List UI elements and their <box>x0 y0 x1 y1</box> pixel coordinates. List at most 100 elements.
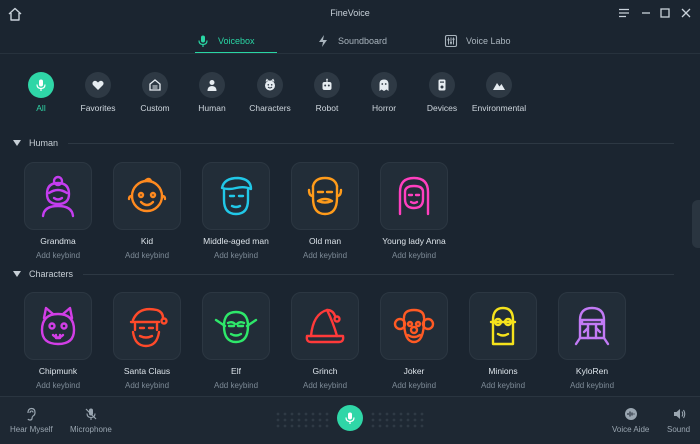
add-keybind-link[interactable]: Add keybind <box>547 381 637 390</box>
voice-name: Elf <box>231 366 241 376</box>
tab-label: Voice Labo <box>466 36 511 46</box>
section-title: Characters <box>29 269 74 279</box>
mic-icon <box>36 79 46 91</box>
section-header-characters[interactable]: Characters <box>13 269 73 279</box>
voice-name: Grinch <box>312 366 338 376</box>
category-custom[interactable]: Custom <box>123 72 187 120</box>
minion-icon <box>489 306 517 346</box>
voice-name: KyloRen <box>575 366 609 376</box>
add-keybind-link[interactable]: Add keybind <box>102 381 192 390</box>
add-keybind-link[interactable]: Add keybind <box>458 381 548 390</box>
speaker-icon <box>673 409 685 419</box>
grandma-icon <box>41 175 75 218</box>
voice-card-kid[interactable]: Kid Add keybind <box>102 162 192 262</box>
title-bar: FineVoice <box>0 0 700 28</box>
close-icon[interactable] <box>679 6 693 20</box>
tab-label: Voicebox <box>218 36 255 46</box>
voice-name: Kid <box>140 236 154 246</box>
equalizer-icon <box>444 34 458 48</box>
add-keybind-link[interactable]: Add keybind <box>102 251 192 260</box>
microphone-button[interactable]: Microphone <box>70 407 112 434</box>
voice-card-middle-aged-man[interactable]: Middle-aged man Add keybind <box>191 162 281 262</box>
maximize-icon[interactable] <box>658 6 672 20</box>
category-favorites[interactable]: Favorites <box>66 72 130 120</box>
section-title: Human <box>29 138 59 148</box>
voice-card-grinch[interactable]: Grinch Add keybind <box>280 292 370 392</box>
tab-soundboard[interactable]: Soundboard <box>316 28 387 54</box>
voice-card-young-lady-anna[interactable]: Young lady Anna Add keybind <box>369 162 459 262</box>
category-label: All <box>36 103 46 113</box>
hear-myself-button[interactable]: Hear Myself <box>10 407 53 434</box>
voice-card-santa-claus[interactable]: Santa Claus Add keybind <box>102 292 192 392</box>
young-lady-icon <box>398 176 430 216</box>
voice-name: Old man <box>308 236 342 246</box>
voice-name: Middle-aged man <box>203 236 269 246</box>
voice-aide-button[interactable]: Voice Aide <box>612 407 649 434</box>
tab-voice-labo[interactable]: Voice Labo <box>444 28 511 54</box>
category-horror[interactable]: Horror <box>352 72 416 120</box>
microphone-muted-icon <box>85 408 97 420</box>
voice-card-elf[interactable]: Elf Add keybind <box>191 292 281 392</box>
hear-myself-label: Hear Myself <box>10 425 53 434</box>
bottom-bar: Hear Myself Microphone Voice Aide Sound <box>0 396 700 444</box>
voice-card-joker[interactable]: Joker Add keybind <box>369 292 459 392</box>
add-keybind-link[interactable]: Add keybind <box>369 381 459 390</box>
voice-card-old-man[interactable]: Old man Add keybind <box>280 162 370 262</box>
mountain-icon <box>493 83 505 90</box>
voice-card-minions[interactable]: Minions Add keybind <box>458 292 548 392</box>
add-keybind-link[interactable]: Add keybind <box>191 251 281 260</box>
tabs-divider <box>0 53 700 54</box>
voice-name: Chipmunk <box>38 366 78 376</box>
section-divider <box>83 274 674 275</box>
category-label: Characters <box>249 103 291 113</box>
voice-card-chipmunk[interactable]: Chipmunk Add keybind <box>13 292 103 392</box>
tab-voicebox[interactable]: Voicebox <box>196 28 255 54</box>
category-label: Horror <box>371 103 397 113</box>
voice-name: Santa Claus <box>123 366 171 376</box>
level-meter-right <box>371 412 424 428</box>
add-keybind-link[interactable]: Add keybind <box>13 381 103 390</box>
santa-icon <box>129 307 168 348</box>
voice-name: Joker <box>403 366 425 376</box>
lightning-icon <box>319 35 327 47</box>
voice-name: Minions <box>488 366 518 376</box>
main-tabs: Voicebox Soundboard Voice Labo <box>0 28 700 54</box>
voice-aide-icon <box>624 408 637 420</box>
sound-button[interactable]: Sound <box>667 407 690 434</box>
middle-aged-man-icon <box>220 176 253 216</box>
add-keybind-link[interactable]: Add keybind <box>369 251 459 260</box>
add-keybind-link[interactable]: Add keybind <box>13 251 103 260</box>
category-label: Devices <box>426 103 458 113</box>
ear-icon <box>27 407 36 421</box>
kid-icon <box>127 177 167 213</box>
category-label: Custom <box>140 103 170 113</box>
smiley-icon <box>265 78 275 91</box>
voice-card-grandma[interactable]: Grandma Add keybind <box>13 162 103 262</box>
side-panel-handle[interactable] <box>692 200 700 248</box>
category-label: Human <box>198 103 226 113</box>
elf-icon <box>214 310 258 344</box>
voice-name: Young lady Anna <box>382 236 446 246</box>
category-robot[interactable]: Robot <box>295 72 359 120</box>
kyloren-helmet-icon <box>574 306 610 346</box>
add-keybind-link[interactable]: Add keybind <box>280 251 370 260</box>
add-keybind-link[interactable]: Add keybind <box>191 381 281 390</box>
minimize-icon[interactable] <box>639 6 653 20</box>
category-characters[interactable]: Characters <box>238 72 302 120</box>
category-environmental[interactable]: Environmental <box>467 72 531 120</box>
category-human[interactable]: Human <box>180 72 244 120</box>
grinch-hat-icon <box>305 308 345 344</box>
category-devices[interactable]: Devices <box>410 72 474 120</box>
category-label: Environmental <box>471 103 527 113</box>
heart-icon <box>92 80 104 90</box>
collapse-triangle-icon <box>13 271 21 277</box>
voice-name: Grandma <box>40 236 76 246</box>
joker-icon <box>393 308 435 344</box>
section-header-human[interactable]: Human <box>13 138 58 148</box>
voice-card-kyloren[interactable]: KyloRen Add keybind <box>547 292 637 392</box>
voice-changer-toggle-button[interactable] <box>337 405 363 431</box>
add-keybind-link[interactable]: Add keybind <box>280 381 370 390</box>
chipmunk-icon <box>40 306 76 346</box>
menu-icon[interactable] <box>617 6 631 20</box>
category-all[interactable]: All <box>9 72 73 120</box>
